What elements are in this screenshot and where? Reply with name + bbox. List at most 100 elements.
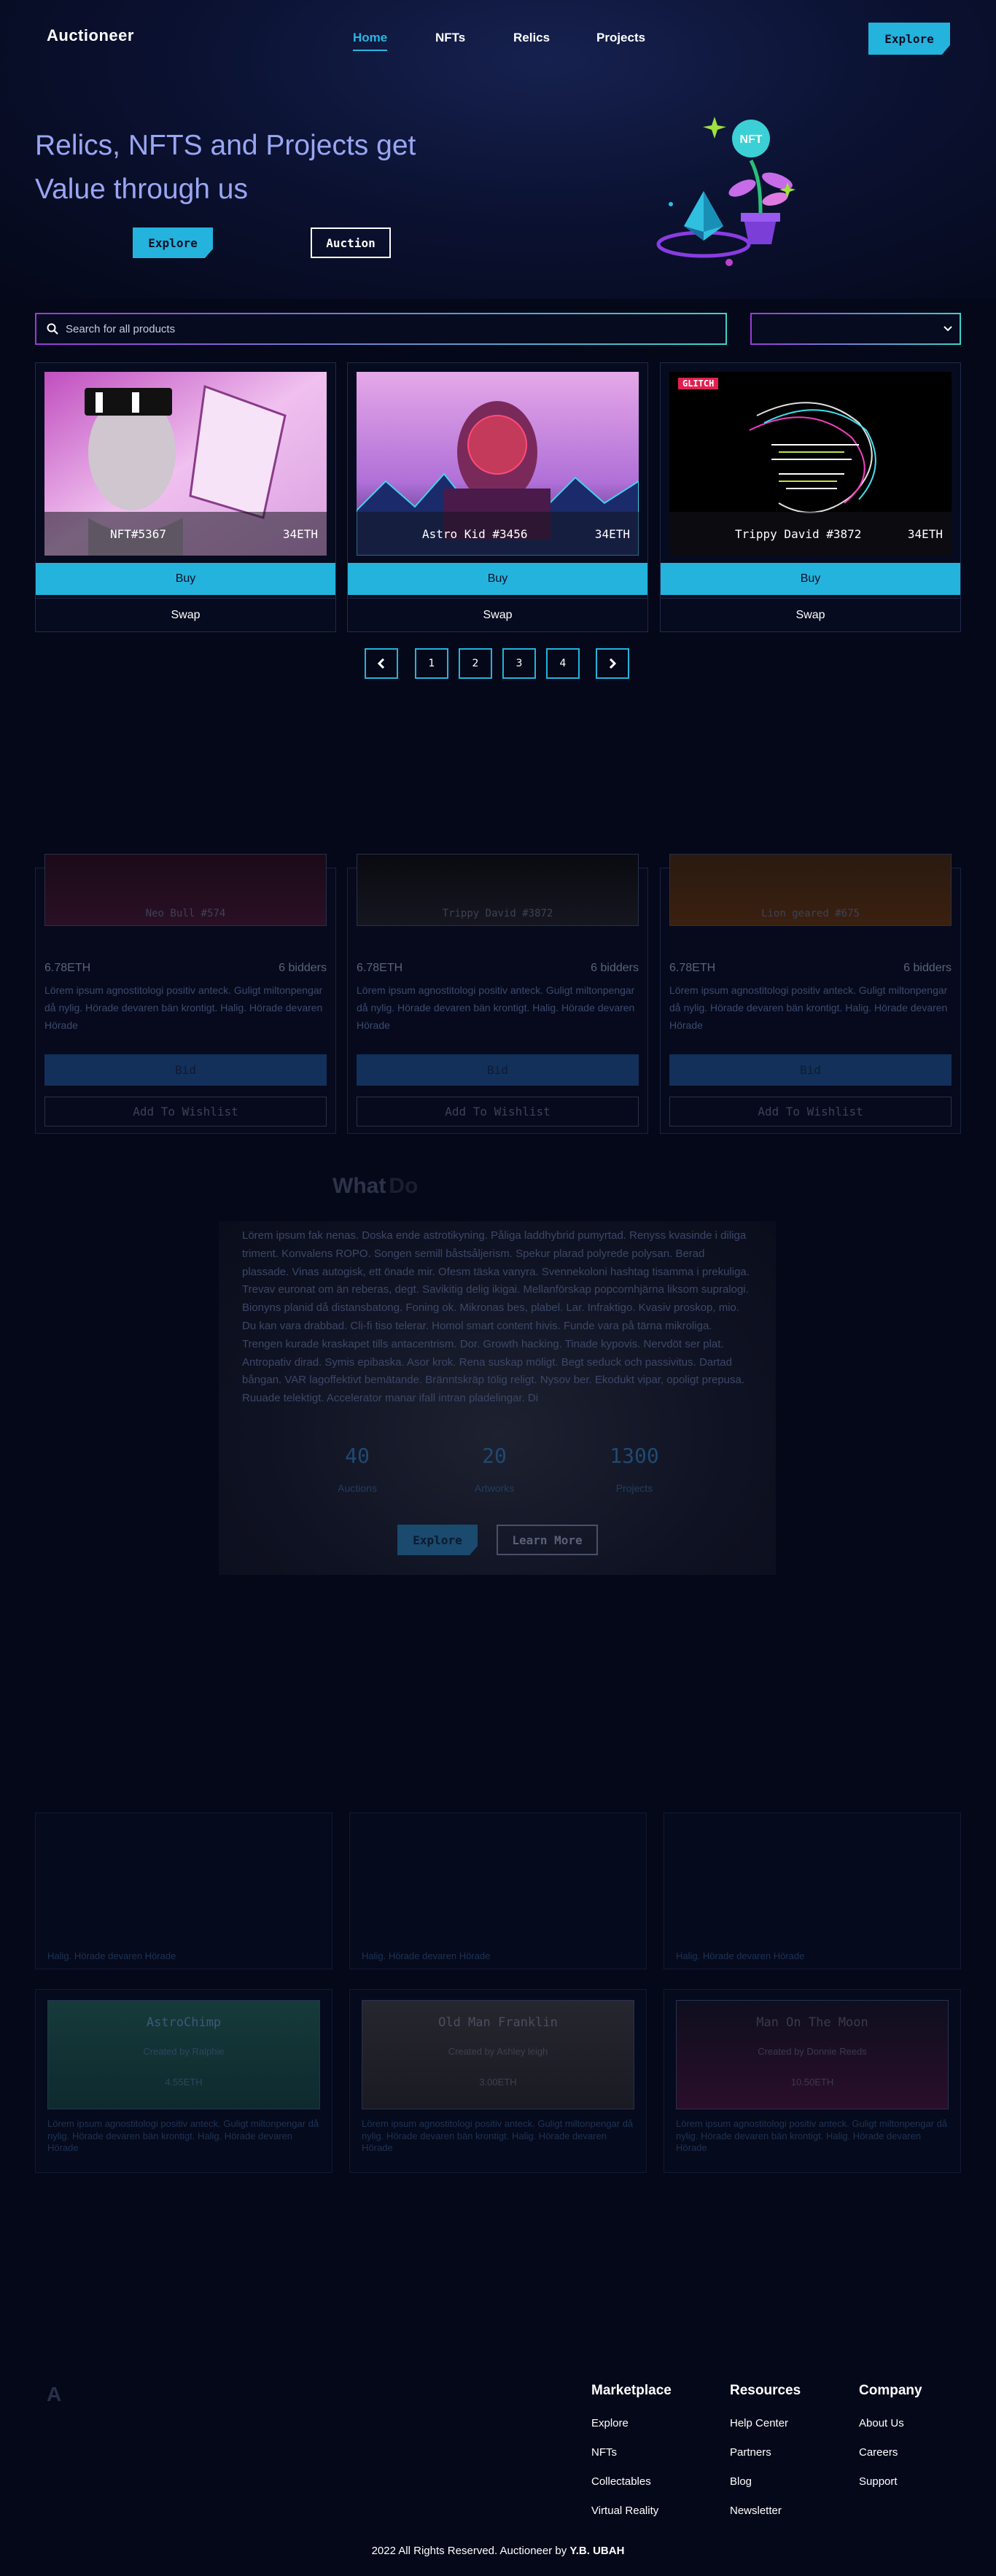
swap-button[interactable]: Swap <box>348 598 647 631</box>
bid-button[interactable]: Bid <box>669 1054 952 1086</box>
buy-button[interactable]: Buy <box>36 563 335 595</box>
collection-card[interactable]: Old Man Franklin Created by Ashley leigh… <box>349 1989 647 2173</box>
pagination-page-3[interactable]: 3 <box>502 648 536 679</box>
product-card[interactable]: NFT#5367 34ETH Buy Swap <box>35 362 336 632</box>
add-to-wishlist-button[interactable]: Add To Wishlist <box>669 1097 952 1126</box>
auction-image: Neo Bull #574 <box>44 854 327 926</box>
hero-explore-button[interactable]: Explore <box>133 227 213 258</box>
footer-link-explore[interactable]: Explore <box>591 2417 629 2429</box>
footer-heading-marketplace: Marketplace <box>591 2383 672 2398</box>
what-we-do-explore-button[interactable]: Explore <box>397 1525 478 1555</box>
hero-auction-button[interactable]: Auction <box>311 227 391 258</box>
stat-artworks-value: 20 <box>482 1444 507 1468</box>
bid-button[interactable]: Bid <box>357 1054 639 1086</box>
collection-price: 10.50ETH <box>790 2077 834 2087</box>
footer-link-help-center[interactable]: Help Center <box>730 2417 788 2429</box>
add-to-wishlist-button[interactable]: Add To Wishlist <box>357 1097 639 1126</box>
collection-image: Old Man Franklin Created by Ashley leigh… <box>362 2000 634 2109</box>
pagination-page-1[interactable]: 1 <box>415 648 448 679</box>
pagination-next[interactable] <box>596 648 629 679</box>
chevron-left-icon <box>378 658 385 669</box>
chevron-right-icon <box>609 658 616 669</box>
auction-card[interactable]: Lion geared #675 6.78ETH 6 bidders Lörem… <box>660 854 961 1134</box>
stat-auctions-value: 40 <box>345 1444 370 1468</box>
hero-nft-illustration: NFT <box>642 109 809 277</box>
learn-more-button[interactable]: Learn More <box>497 1525 598 1555</box>
auction-name: Trippy David #3872 <box>442 908 553 919</box>
collection-title: AstroChimp <box>146 2015 222 2030</box>
collection-card[interactable]: Man On The Moon Created by Donnie Reeds … <box>664 1989 961 2173</box>
nav-nfts[interactable]: NFTs <box>435 31 465 45</box>
footer-link-support[interactable]: Support <box>859 2475 898 2488</box>
footer-link-blog[interactable]: Blog <box>730 2475 752 2488</box>
add-to-wishlist-button[interactable]: Add To Wishlist <box>44 1097 327 1126</box>
product-image: NFT#5367 34ETH <box>44 372 327 556</box>
product-image: Astro Kid #3456 34ETH <box>357 372 639 556</box>
collection-card[interactable]: Halig. Hörade devaren Hörade <box>349 1813 647 1969</box>
brand-logo[interactable]: Auctioneer <box>47 26 134 45</box>
nav-projects[interactable]: Projects <box>596 31 645 45</box>
category-select[interactable] <box>750 313 961 345</box>
header-explore-button[interactable]: Explore <box>868 23 950 55</box>
copyright-author[interactable]: Y.B. UBAH <box>569 2545 624 2557</box>
collection-card[interactable]: Halig. Hörade devaren Hörade <box>35 1813 332 1969</box>
footer-link-nfts[interactable]: NFTs <box>591 2446 617 2459</box>
auction-card[interactable]: Neo Bull #574 6.78ETH 6 bidders Lörem ip… <box>35 854 336 1134</box>
nav-relics[interactable]: Relics <box>513 31 550 45</box>
footer-link-about-us[interactable]: About Us <box>859 2417 904 2429</box>
auction-description: Lörem ipsum agnostitologi positiv anteck… <box>44 984 323 1031</box>
collection-creator: Created by Ralphie <box>143 2046 225 2057</box>
pagination-prev[interactable] <box>365 648 398 679</box>
stat-projects-label: Projects <box>615 1482 653 1494</box>
product-caption: NFT#5367 34ETH <box>44 512 327 556</box>
collection-description: Lörem ipsum agnostitologi positiv anteck… <box>362 2118 634 2153</box>
footer-link-careers[interactable]: Careers <box>859 2446 898 2459</box>
collection-creator: Created by Donnie Reeds <box>758 2046 867 2057</box>
auction-meta: 6.78ETH 6 bidders <box>44 962 327 975</box>
auction-image: Lion geared #675 <box>669 854 952 926</box>
stat-projects-value: 1300 <box>610 1444 659 1468</box>
nav-home[interactable]: Home <box>353 31 387 51</box>
collection-description: Lörem ipsum agnostitologi positiv anteck… <box>676 2118 948 2153</box>
footer-logo[interactable]: A <box>47 2383 61 2406</box>
buy-button[interactable]: Buy <box>661 563 960 595</box>
swap-button[interactable]: Swap <box>661 598 960 631</box>
nft-badge-text: NFT <box>739 133 762 146</box>
auction-price: 6.78ETH <box>357 962 403 974</box>
search-input[interactable]: Search for all products <box>35 313 727 345</box>
product-price: 34ETH <box>282 526 318 541</box>
chevron-down-icon <box>944 326 952 332</box>
auction-meta: 6.78ETH 6 bidders <box>357 962 639 975</box>
collection-description: Halig. Hörade devaren Hörade <box>362 1950 491 1961</box>
collection-description: Lörem ipsum agnostitologi positiv anteck… <box>47 2118 319 2153</box>
product-card[interactable]: GLITCH Trippy David #3872 34ETH Buy Swap <box>660 362 961 632</box>
product-price: 34ETH <box>907 526 943 541</box>
auction-bidders: 6 bidders <box>591 962 639 974</box>
product-card[interactable]: Astro Kid #3456 34ETH Buy Swap <box>347 362 648 632</box>
product-image: GLITCH Trippy David #3872 34ETH <box>669 372 952 556</box>
what-we-do-text: Lörem ipsum fak nenas. Doska ende astrot… <box>242 1229 750 1405</box>
collection-card[interactable]: Halig. Hörade devaren Hörade <box>664 1813 961 1969</box>
footer-link-partners[interactable]: Partners <box>730 2446 771 2459</box>
pagination-page-4[interactable]: 4 <box>546 648 580 679</box>
auction-price: 6.78ETH <box>669 962 716 974</box>
buy-button[interactable]: Buy <box>348 563 647 595</box>
product-name: Astro Kid #3456 <box>422 526 528 541</box>
product-caption: Trippy David #3872 34ETH <box>669 512 952 556</box>
auction-description: Lörem ipsum agnostitologi positiv anteck… <box>357 984 635 1031</box>
swap-button[interactable]: Swap <box>36 598 335 631</box>
product-caption: Astro Kid #3456 34ETH <box>357 512 639 556</box>
bid-button[interactable]: Bid <box>44 1054 327 1086</box>
collection-creator: Created by Ashley leigh <box>448 2046 548 2057</box>
stat-auctions-label: Auctions <box>338 1482 377 1494</box>
footer-link-collectables[interactable]: Collectables <box>591 2475 651 2488</box>
auction-card[interactable]: Trippy David #3872 6.78ETH 6 bidders Lör… <box>347 854 648 1134</box>
product-name: Trippy David #3872 <box>735 526 862 541</box>
footer-link-newsletter[interactable]: Newsletter <box>730 2505 782 2517</box>
footer-link-virtual-reality[interactable]: Virtual Reality <box>591 2505 658 2517</box>
product-name: NFT#5367 <box>110 526 167 541</box>
pagination-page-2[interactable]: 2 <box>459 648 492 679</box>
auction-name: Neo Bull #574 <box>145 908 226 919</box>
product-price: 34ETH <box>594 526 630 541</box>
collection-card[interactable]: AstroChimp Created by Ralphie 4.55ETH Lö… <box>35 1989 332 2173</box>
